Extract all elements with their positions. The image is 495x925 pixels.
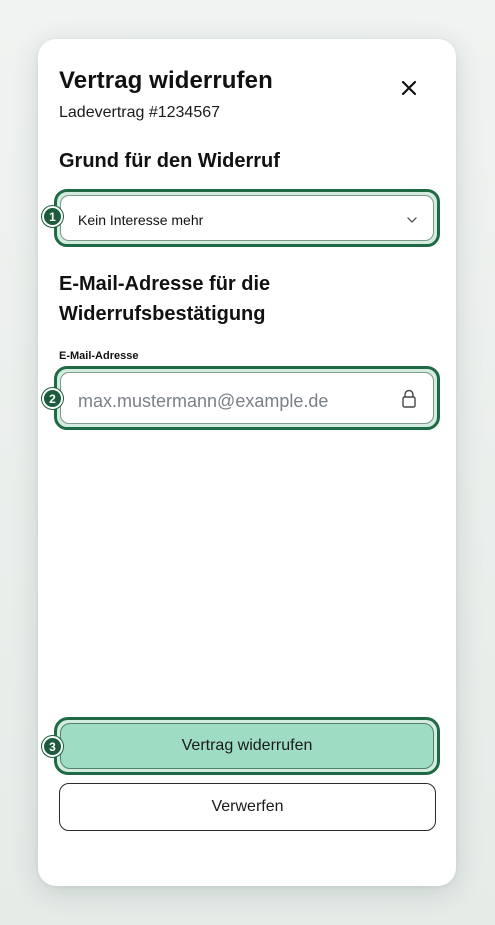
chevron-down-icon	[405, 213, 419, 227]
dialog-title: Vertrag widerrufen	[59, 67, 273, 94]
step-badge-1: 1	[42, 206, 63, 227]
email-field-label: E-Mail-Adresse	[59, 350, 139, 362]
email-field[interactable]: max.mustermann@example.de	[60, 372, 434, 424]
discard-button[interactable]: Verwerfen	[59, 783, 436, 831]
reason-select-focus-ring: Kein Interesse mehr	[54, 189, 440, 247]
revoke-contract-button[interactable]: Vertrag widerrufen	[60, 723, 434, 769]
step-badge-2: 2	[42, 388, 63, 409]
email-field-value: max.mustermann@example.de	[78, 391, 329, 411]
contract-subtitle: Ladevertrag #1234567	[59, 104, 221, 121]
reason-select[interactable]: Kein Interesse mehr	[60, 195, 434, 241]
close-icon[interactable]	[398, 77, 420, 99]
reason-heading: Grund für den Widerruf	[59, 150, 280, 172]
lock-icon	[401, 389, 417, 409]
primary-button-focus-ring: Vertrag widerrufen	[54, 717, 440, 775]
reason-select-value: Kein Interesse mehr	[78, 212, 204, 228]
revoke-contract-dialog: Vertrag widerrufen Ladevertrag #1234567 …	[38, 39, 456, 886]
email-heading: E-Mail-Adresse für die Widerrufsbestätig…	[59, 273, 271, 325]
email-field-focus-ring: max.mustermann@example.de	[54, 366, 440, 430]
step-badge-3: 3	[42, 736, 63, 757]
